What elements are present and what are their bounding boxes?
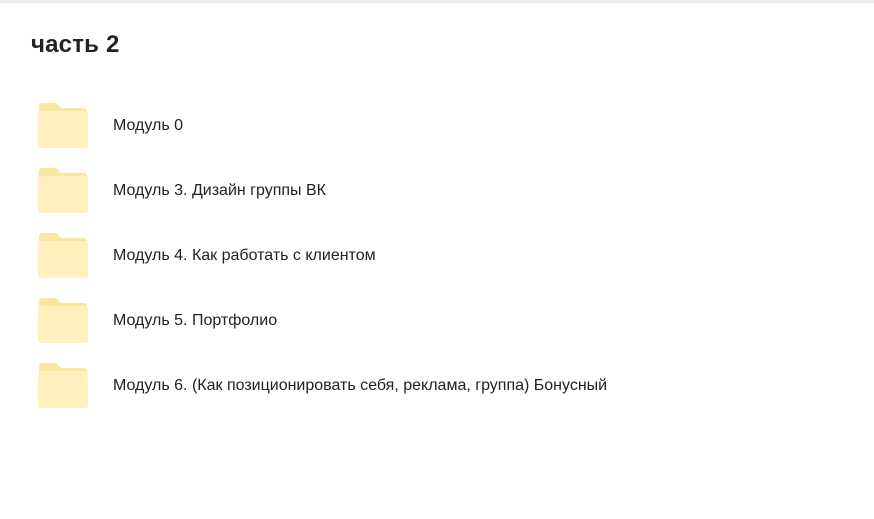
folder-name: Модуль 0 (113, 116, 184, 134)
folder-name: Модуль 5. Портфолио (113, 311, 278, 329)
folder-list: Модуль 0 Модуль 3. Дизайн группы ВК Моду… (0, 93, 874, 418)
folder-name: Модуль 6. (Как позиционировать себя, рек… (113, 376, 608, 394)
folder-name: Модуль 4. Как работать с клиентом (113, 246, 376, 264)
folder-icon (37, 102, 89, 149)
top-divider (0, 0, 874, 3)
folder-icon (37, 297, 89, 344)
folder-item[interactable]: Модуль 5. Портфолио (0, 288, 874, 353)
folder-item[interactable]: Модуль 0 (0, 93, 874, 158)
folder-icon (37, 167, 89, 214)
folder-item[interactable]: Модуль 4. Как работать с клиентом (0, 223, 874, 288)
folder-name: Модуль 3. Дизайн группы ВК (113, 181, 326, 199)
folder-item[interactable]: Модуль 6. (Как позиционировать себя, рек… (0, 353, 874, 418)
folder-item[interactable]: Модуль 3. Дизайн группы ВК (0, 158, 874, 223)
folder-icon (37, 232, 89, 279)
folder-icon (37, 362, 89, 409)
page-title: часть 2 (31, 31, 120, 58)
